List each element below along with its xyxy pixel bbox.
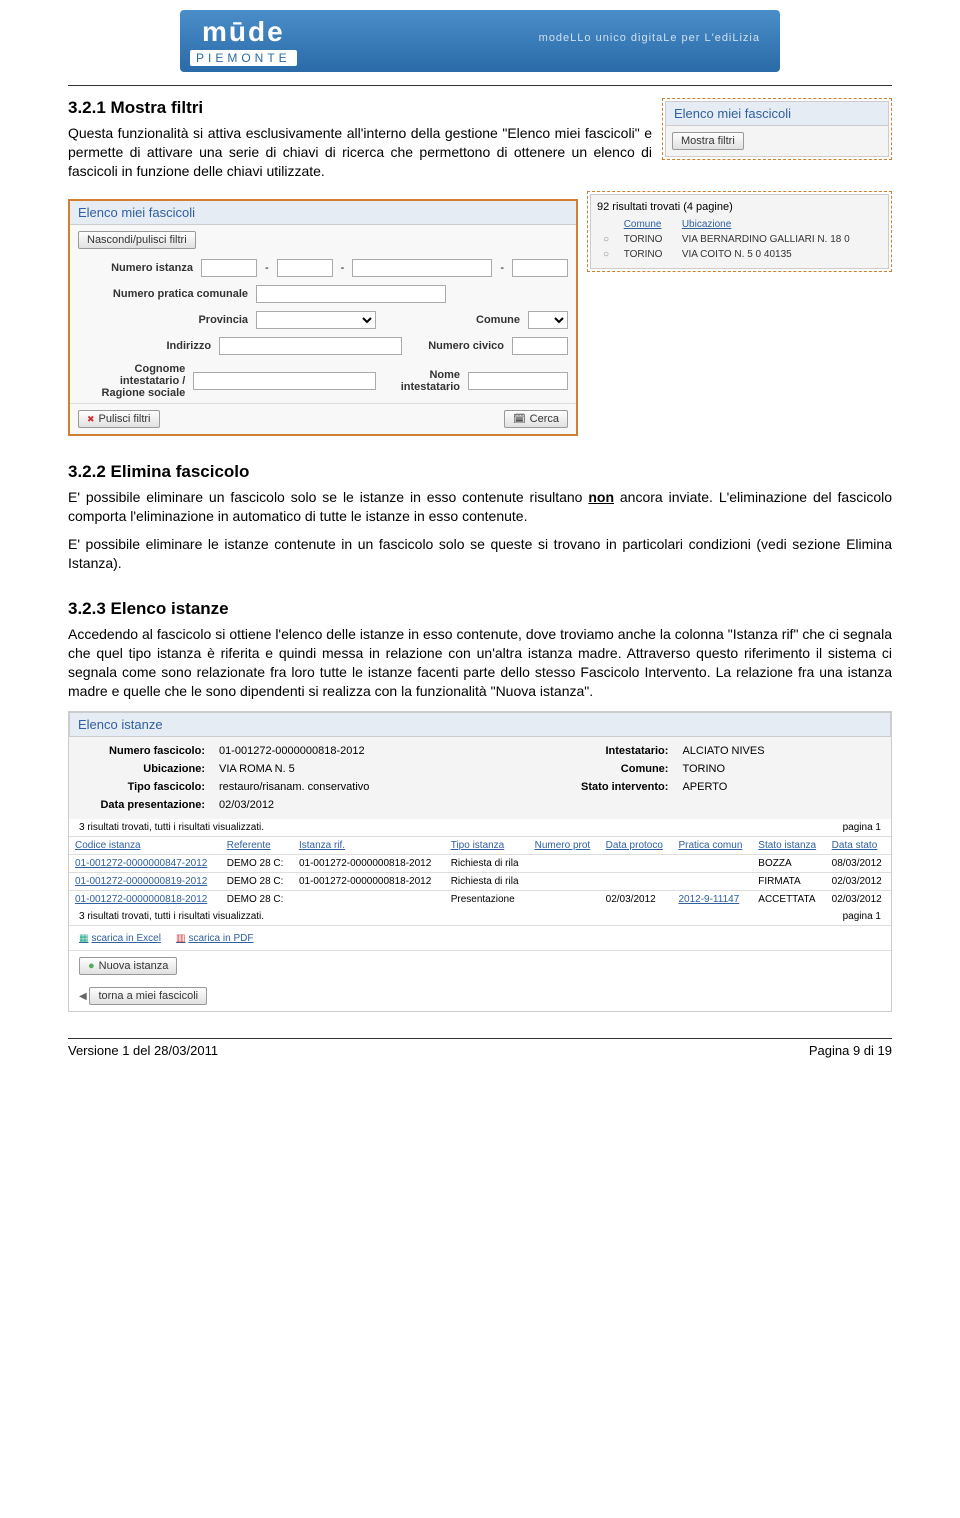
- label-civico: Numero civico: [410, 340, 504, 352]
- results-meta: 92 risultati trovati (4 pagine): [597, 201, 882, 213]
- label-indirizzo: Indirizzo: [78, 340, 211, 352]
- mostra-filtri-button[interactable]: Mostra filtri: [672, 132, 744, 150]
- filter-form-title: Elenco miei fascicoli: [70, 201, 576, 225]
- label-ubicazione: Ubicazione:: [81, 761, 211, 777]
- footer-page: Pagina 9 di 19: [809, 1043, 892, 1058]
- logo-region: PIEMONTE: [190, 50, 297, 66]
- col-istanza-rif[interactable]: Istanza rif.: [293, 836, 445, 854]
- label-intestatario: Intestatario:: [564, 743, 674, 759]
- results-mini-table: ComuneUbicazione TORINOVIA BERNARDINO GA…: [597, 217, 882, 262]
- istanze-result-count-bottom: 3 risultati trovati, tutti i risultati v…: [79, 911, 264, 922]
- logo-brand: mūde: [190, 16, 297, 48]
- indirizzo-input[interactable]: [219, 337, 402, 355]
- row-radio[interactable]: [597, 232, 618, 247]
- scarica-excel-link[interactable]: scarica in Excel: [79, 933, 161, 944]
- heading-323: 3.2.3 Elenco istanze: [68, 599, 892, 619]
- cerca-button[interactable]: Cerca: [504, 410, 568, 428]
- elenco-istanze-panel: Elenco istanze Numero fascicolo: 01-0012…: [68, 711, 892, 1012]
- col-stato-istanza[interactable]: Stato istanza: [752, 836, 825, 854]
- torna-fascicoli-button[interactable]: torna a miei fascicoli: [89, 987, 207, 1005]
- numero-istanza-input-3[interactable]: [352, 259, 492, 277]
- numero-istanza-input-4[interactable]: [512, 259, 568, 277]
- label-cognome: Cognome intestatario / Ragione sociale: [78, 363, 185, 399]
- col-comune[interactable]: Comune: [618, 217, 676, 232]
- numero-pratica-input[interactable]: [256, 285, 446, 303]
- col-tipo-istanza[interactable]: Tipo istanza: [445, 836, 529, 854]
- table-row: 01-001272-0000000819-2012 DEMO 28 C: 01-…: [69, 872, 891, 890]
- logo-banner: mūde PIEMONTE modeLLo unico digitaLe per…: [180, 10, 780, 72]
- numero-istanza-input-2[interactable]: [277, 259, 333, 277]
- table-row: TORINOVIA COITO N. 5 0 40135: [597, 247, 882, 262]
- label-nome: Nome intestatario: [384, 369, 460, 393]
- row-radio[interactable]: [597, 247, 618, 262]
- col-data-stato[interactable]: Data stato: [826, 836, 891, 854]
- istanze-panel-title: Elenco istanze: [69, 712, 891, 737]
- nome-input[interactable]: [468, 372, 568, 390]
- value-stato-intervento: APERTO: [676, 779, 879, 795]
- value-num-fascicolo: 01-001272-0000000818-2012: [213, 743, 562, 759]
- nascondi-filtri-button[interactable]: Nascondi/pulisci filtri: [78, 231, 196, 249]
- scarica-pdf-link[interactable]: scarica in PDF: [176, 933, 253, 944]
- label-stato-intervento: Stato intervento:: [564, 779, 674, 795]
- label-comune: Comune:: [564, 761, 674, 777]
- nuova-istanza-button[interactable]: Nuova istanza: [79, 957, 177, 975]
- comune-select[interactable]: [528, 311, 568, 329]
- istanza-link[interactable]: 01-001272-0000000818-2012: [75, 894, 207, 905]
- label-comune: Comune: [400, 314, 520, 326]
- side-panel-elenco: Elenco miei fascicoli Mostra filtri: [662, 98, 892, 160]
- value-intestatario: ALCIATO NIVES: [676, 743, 879, 759]
- label-numero-pratica: Numero pratica comunale: [78, 288, 248, 300]
- pratica-link[interactable]: 2012-9-11147: [678, 894, 739, 905]
- section-elenco-istanze: 3.2.3 Elenco istanze Accedendo al fascic…: [68, 599, 892, 1012]
- label-num-fascicolo: Numero fascicolo:: [81, 743, 211, 759]
- istanze-page: pagina 1: [843, 822, 881, 833]
- page-header: mūde PIEMONTE modeLLo unico digitaLe per…: [68, 0, 892, 86]
- civico-input[interactable]: [512, 337, 568, 355]
- paragraph-322-2: E' possibile eliminare le istanze conten…: [68, 535, 892, 573]
- paragraph-323: Accedendo al fascicolo si ottiene l'elen…: [68, 625, 892, 701]
- emphasis-non: non: [588, 489, 614, 505]
- istanze-table: Codice istanza Referente Istanza rif. Ti…: [69, 836, 891, 908]
- value-tipo-fascicolo: restauro/risanam. conservativo: [213, 779, 562, 795]
- table-row: 01-001272-0000000818-2012 DEMO 28 C: Pre…: [69, 890, 891, 908]
- label-data-presentazione: Data presentazione:: [81, 797, 211, 813]
- side-panel-results: 92 risultati trovati (4 pagine) ComuneUb…: [587, 191, 892, 272]
- col-codice[interactable]: Codice istanza: [69, 836, 221, 854]
- page-footer: Versione 1 del 28/03/2011 Pagina 9 di 19: [68, 1038, 892, 1058]
- istanza-link[interactable]: 01-001272-0000000847-2012: [75, 858, 207, 869]
- value-ubicazione: VIA ROMA N. 5: [213, 761, 562, 777]
- label-provincia: Provincia: [78, 314, 248, 326]
- value-data-presentazione: 02/03/2012: [213, 797, 562, 813]
- pulisci-filtri-button[interactable]: Pulisci filtri: [78, 410, 160, 428]
- footer-version: Versione 1 del 28/03/2011: [68, 1043, 218, 1058]
- col-ubicazione[interactable]: Ubicazione: [676, 217, 882, 232]
- provincia-select[interactable]: [256, 311, 376, 329]
- istanza-link[interactable]: 01-001272-0000000819-2012: [75, 876, 207, 887]
- paragraph-322-1: E' possibile eliminare un fascicolo solo…: [68, 488, 892, 526]
- col-referente[interactable]: Referente: [221, 836, 293, 854]
- istanze-page-bottom: pagina 1: [843, 911, 881, 922]
- table-row: 01-001272-0000000847-2012 DEMO 28 C: 01-…: [69, 854, 891, 872]
- label-tipo-fascicolo: Tipo fascicolo:: [81, 779, 211, 795]
- value-comune: TORINO: [676, 761, 879, 777]
- cognome-input[interactable]: [193, 372, 376, 390]
- heading-322: 3.2.2 Elimina fascicolo: [68, 462, 892, 482]
- section-mostra-filtri: Elenco miei fascicoli Mostra filtri 3.2.…: [68, 98, 892, 436]
- istanze-result-count: 3 risultati trovati, tutti i risultati v…: [79, 822, 264, 833]
- filter-form: Elenco miei fascicoli Nascondi/pulisci f…: [68, 199, 578, 436]
- col-numero-prot[interactable]: Numero prot: [529, 836, 600, 854]
- col-pratica-comun[interactable]: Pratica comun: [672, 836, 752, 854]
- section-elimina-fascicolo: 3.2.2 Elimina fascicolo E' possibile eli…: [68, 462, 892, 574]
- table-row: TORINOVIA BERNARDINO GALLIARI N. 18 0: [597, 232, 882, 247]
- label-numero-istanza: Numero istanza: [78, 262, 193, 274]
- numero-istanza-input-1[interactable]: [201, 259, 257, 277]
- col-data-protoco[interactable]: Data protoco: [600, 836, 673, 854]
- panel-title: Elenco miei fascicoli: [665, 101, 889, 126]
- logo-tagline: modeLLo unico digitaLe per L'ediLizia: [539, 32, 760, 44]
